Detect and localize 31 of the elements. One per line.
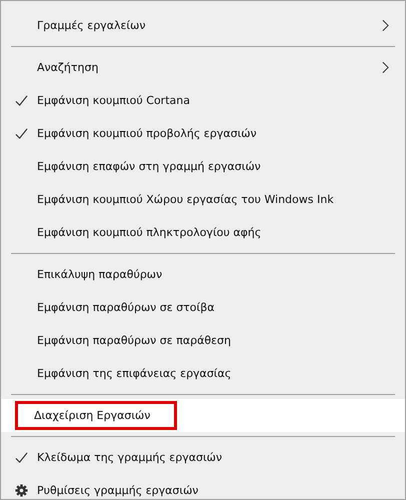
menu-item[interactable]: Εμφάνιση παραθύρων σε στοίβα <box>1 291 405 324</box>
menu-item[interactable]: Κλείδωμα της γραμμής εργασιών <box>1 441 405 474</box>
menu-item[interactable]: Εμφάνιση της επιφάνειας εργασίας <box>1 357 405 390</box>
menu-item[interactable]: Εμφάνιση κουμπιού Χώρου εργασίας του Windows Ink <box>1 183 405 216</box>
menu-item-label: Εμφάνιση κουμπιού Χώρου εργασίας του Windows Ink <box>37 193 334 206</box>
menu-item-label: Κλείδωμα της γραμμής εργασιών <box>37 451 222 464</box>
menu-item-label: Εμφάνιση της επιφάνειας εργασίας <box>37 367 232 380</box>
chevron-right-icon <box>382 61 389 74</box>
menu-item-label: Εμφάνιση παραθύρων σε στοίβα <box>37 301 215 314</box>
menu-item[interactable]: Αναζήτηση <box>1 51 405 84</box>
menu-item-label: Αναζήτηση <box>37 61 98 74</box>
chevron-right-icon <box>382 19 389 32</box>
menu-item-label: Επικάλυψη παραθύρων <box>37 268 162 281</box>
menu-item-label: Εμφάνιση κουμπιού προβολής εργασιών <box>37 127 257 140</box>
menu-item-label: Εμφάνιση κουμπιού πληκτρολογίου αφής <box>37 226 262 239</box>
menu-item[interactable]: Εμφάνιση κουμπιού Cortana <box>1 84 405 117</box>
menu-item-label: Εμφάνιση παραθύρων σε παράθεση <box>37 334 231 347</box>
menu-item-label: Διαχείριση Εργασιών <box>34 409 150 422</box>
menu-item[interactable]: Επικάλυψη παραθύρων <box>1 258 405 291</box>
menu-item[interactable]: Διαχείριση Εργασιών <box>1 399 405 432</box>
menu-item[interactable]: Εμφάνιση επαφών στη γραμμή εργασιών <box>1 150 405 183</box>
menu-item-label: Γραμμές εργαλείων <box>37 19 146 32</box>
menu-item[interactable]: Εμφάνιση κουμπιού προβολής εργασιών <box>1 117 405 150</box>
menu-item-label: Εμφάνιση επαφών στη γραμμή εργασιών <box>37 160 261 173</box>
menu-item[interactable]: Εμφάνιση κουμπιού πληκτρολογίου αφής <box>1 216 405 249</box>
menu-item[interactable]: Ρυθμίσεις γραμμής εργασιών <box>1 474 405 500</box>
gear-icon <box>15 484 28 497</box>
menu-item[interactable]: Γραμμές εργαλείων <box>1 9 405 42</box>
menu-item-label: Ρυθμίσεις γραμμής εργασιών <box>37 484 198 497</box>
menu-item[interactable]: Εμφάνιση παραθύρων σε παράθεση <box>1 324 405 357</box>
menu-item-label: Εμφάνιση κουμπιού Cortana <box>37 94 190 107</box>
